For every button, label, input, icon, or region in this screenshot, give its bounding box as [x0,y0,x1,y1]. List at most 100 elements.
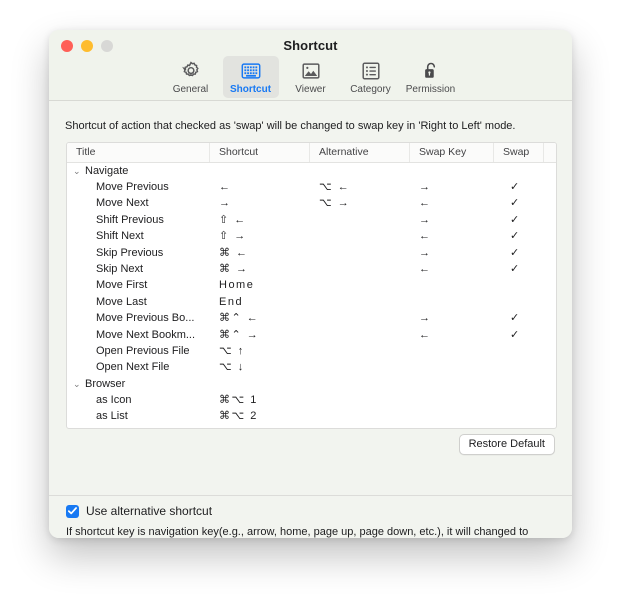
window-titlebar: Shortcut General [49,30,572,101]
toolbar-tabs: General [49,56,572,98]
row-swap-cell: ✓ [494,261,544,277]
tab-general-label: General [165,84,217,95]
tab-shortcut[interactable]: Shortcut [223,56,279,98]
row-swap-cell: ✓ [494,195,544,211]
column-header-title[interactable]: Title [67,143,210,162]
table-row[interactable]: Open Previous File⌥ ↑ [67,343,556,359]
row-title-cell: Move Next [67,195,210,211]
shortcuts-table: Title Shortcut Alternative Swap Key Swap… [66,142,557,429]
tab-general[interactable]: General [163,56,219,98]
row-shortcut-cell: ⇧ → [210,228,310,244]
tab-permission[interactable]: Permission [403,56,459,98]
table-group-browser[interactable]: ⌄Browser [67,376,556,392]
row-title-cell: Move Next Bookm... [67,327,210,343]
row-swap-key-cell: ← [410,327,494,343]
row-title-cell: Shift Next [67,228,210,244]
window-title: Shortcut [49,38,572,53]
row-title-cell: as List [67,408,210,424]
table-header-row: Title Shortcut Alternative Swap Key Swap [67,143,556,163]
row-shortcut-cell: ⌘⌃ → [210,327,310,343]
table-row[interactable]: Skip Next⌘ → ←✓ [67,261,556,277]
row-shortcut-cell: ⌘⌥ 1 [210,392,310,408]
table-row[interactable]: Move Next→⌥ →←✓ [67,195,556,211]
image-icon [285,60,337,82]
row-shortcut-cell: End [210,294,310,310]
row-title-cell: Shift Previous [67,212,210,228]
row-shortcut-cell: ⌥ ↑ [210,343,310,359]
chevron-down-icon[interactable]: ⌄ [73,376,85,392]
table-group-navigate[interactable]: ⌄Navigate [67,163,556,179]
use-alternative-shortcut-checkbox[interactable] [66,505,79,518]
row-title-cell: Move First [67,277,210,293]
column-header-shortcut[interactable]: Shortcut [210,143,310,162]
row-swap-cell: ✓ [494,179,544,195]
row-shortcut-cell: ⌥ ↓ [210,359,310,375]
row-title-cell: Open Previous File [67,343,210,359]
chevron-down-icon[interactable]: ⌄ [73,163,85,179]
row-swap-cell: ✓ [494,327,544,343]
row-swap-key-cell: ← [410,228,494,244]
unlock-icon [405,60,457,82]
row-shortcut-cell: ⌘⌃ ← [210,310,310,326]
preferences-window: Shortcut General [49,30,572,538]
column-header-swap-key[interactable]: Swap Key [410,143,494,162]
row-title-cell: Open Next File [67,359,210,375]
restore-default-button[interactable]: Restore Default [459,434,555,455]
row-swap-key-cell: → [410,245,494,261]
table-row[interactable]: Move Previous←⌥ ←→✓ [67,179,556,195]
table-body: ⌄NavigateMove Previous←⌥ ←→✓Move Next→⌥ … [67,163,556,424]
table-row[interactable]: Move Previous Bo...⌘⌃ ←→✓ [67,310,556,326]
table-row[interactable]: Move LastEnd [67,294,556,310]
footer-divider [49,495,572,496]
table-row[interactable]: as Icon⌘⌥ 1 [67,392,556,408]
keyboard-icon [225,60,277,82]
row-swap-cell: ✓ [494,228,544,244]
row-swap-key-cell: → [410,212,494,228]
table-row[interactable]: Move FirstHome [67,277,556,293]
table-row[interactable]: Open Next File⌥ ↓ [67,359,556,375]
tab-viewer-label: Viewer [285,84,337,95]
row-swap-cell: ✓ [494,310,544,326]
row-title-cell: Move Previous [67,179,210,195]
row-swap-cell: ✓ [494,245,544,261]
row-alternative-cell: ⌥ ← [310,179,410,195]
row-title-cell: Move Last [67,294,210,310]
row-swap-key-cell: ← [410,195,494,211]
table-group-label: Navigate [85,165,128,177]
table-row[interactable]: as List⌘⌥ 2 [67,408,556,424]
table-row[interactable]: Skip Previous⌘ ← →✓ [67,245,556,261]
row-title-cell: Skip Next [67,261,210,277]
row-swap-key-cell: → [410,179,494,195]
tab-category-label: Category [345,84,397,95]
row-alternative-cell: ⌥ → [310,195,410,211]
table-row[interactable]: Shift Previous⇧ ← →✓ [67,212,556,228]
row-title-cell: Skip Previous [67,245,210,261]
row-swap-key-cell: → [410,310,494,326]
row-shortcut-cell: ⌘ → [210,261,310,277]
tab-shortcut-label: Shortcut [225,84,277,95]
row-shortcut-cell: Home [210,277,310,293]
list-icon [345,60,397,82]
column-header-alternative[interactable]: Alternative [310,143,410,162]
row-swap-cell: ✓ [494,212,544,228]
table-group-label: Browser [85,378,125,390]
tab-permission-label: Permission [405,84,457,95]
row-shortcut-cell: ⌘⌥ 2 [210,408,310,424]
column-header-swap[interactable]: Swap [494,143,544,162]
preferences-body: Shortcut of action that checked as 'swap… [49,101,572,538]
table-row[interactable]: Shift Next⇧ → ←✓ [67,228,556,244]
row-shortcut-cell: ⌘ ← [210,245,310,261]
row-shortcut-cell: → [210,195,310,211]
description-text: Shortcut of action that checked as 'swap… [65,119,557,133]
table-row[interactable]: Move Next Bookm...⌘⌃ → ←✓ [67,327,556,343]
use-alternative-shortcut-row[interactable]: Use alternative shortcut [66,504,212,518]
row-title-cell: as Icon [67,392,210,408]
tab-viewer[interactable]: Viewer [283,56,339,98]
row-swap-key-cell: ← [410,261,494,277]
column-header-spacer [544,143,555,162]
help-text: If shortcut key is navigation key(e.g., … [66,525,556,538]
tab-category[interactable]: Category [343,56,399,98]
gear-icon [165,60,217,82]
row-shortcut-cell: ⇧ ← [210,212,310,228]
use-alternative-shortcut-label: Use alternative shortcut [86,504,212,518]
